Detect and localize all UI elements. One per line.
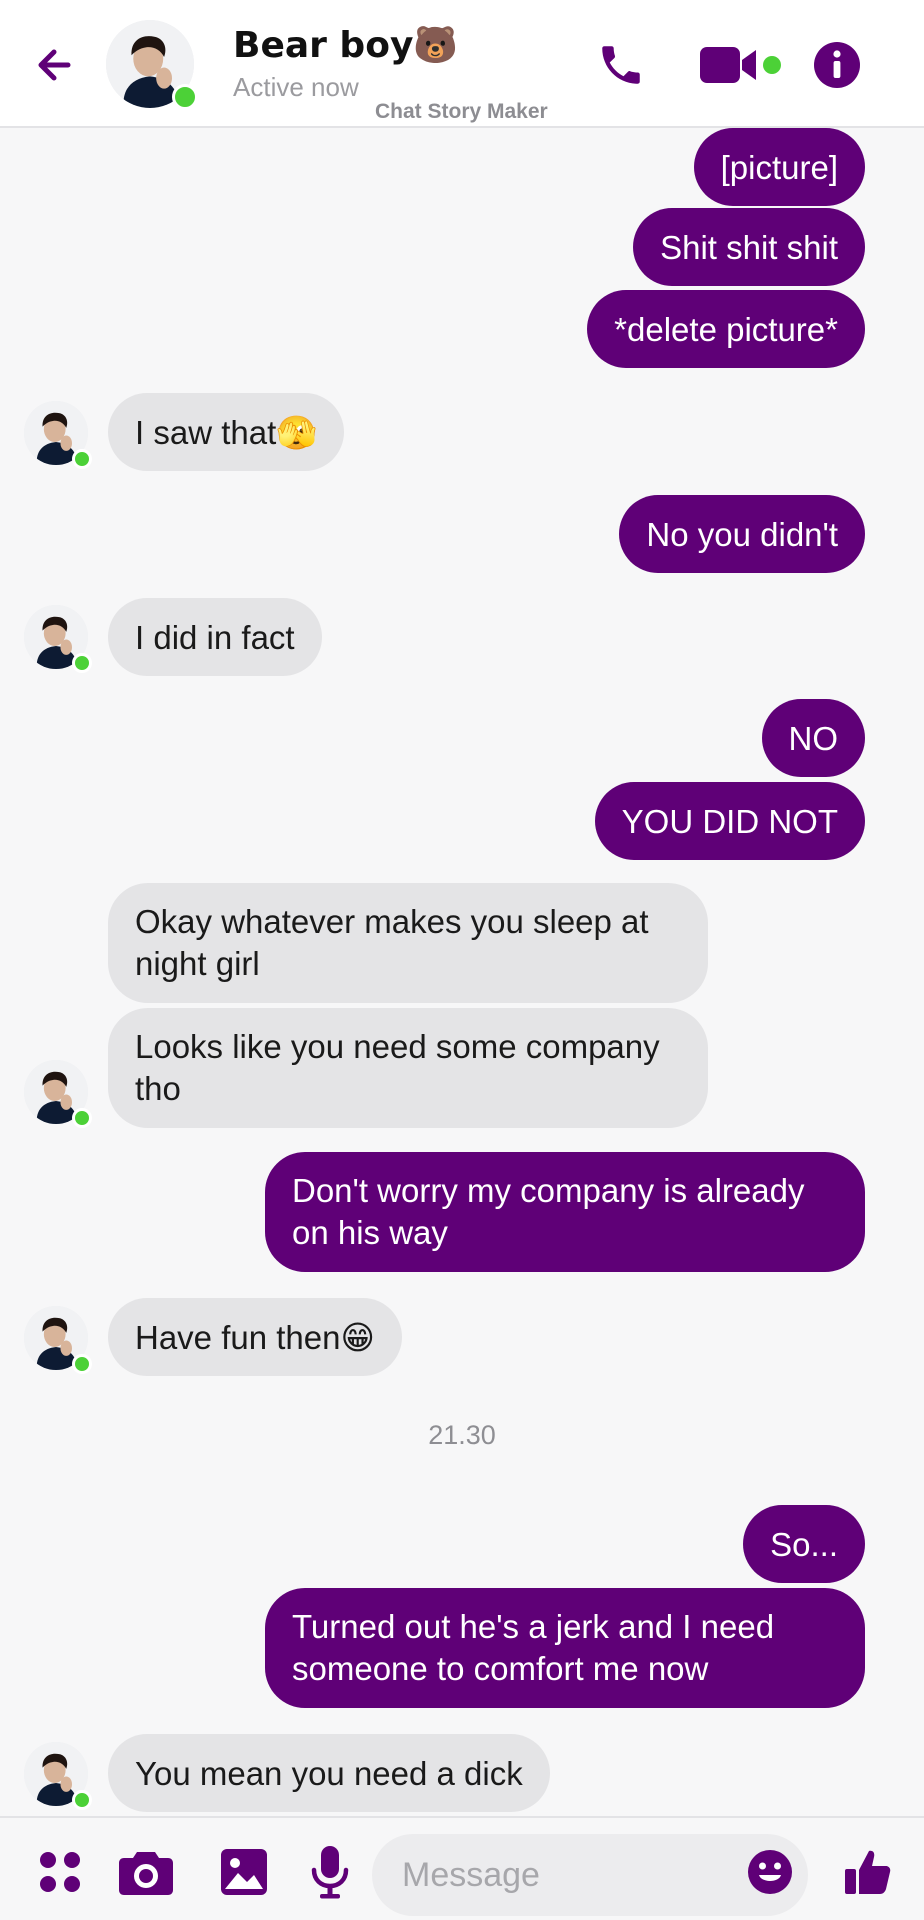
phone-icon[interactable] — [594, 38, 648, 92]
sender-avatar[interactable] — [24, 1742, 92, 1810]
thumbs-up-icon[interactable] — [840, 1844, 896, 1900]
watermark: Chat Story Maker — [375, 100, 548, 123]
sender-avatar[interactable] — [24, 1060, 92, 1128]
contact-status: Active now — [233, 72, 359, 102]
apps-grid-icon[interactable] — [32, 1844, 88, 1900]
sender-avatar[interactable] — [24, 605, 92, 673]
sent-message[interactable]: So... — [743, 1505, 865, 1583]
back-arrow-icon[interactable] — [30, 40, 80, 90]
timestamp: 21.30 — [428, 1420, 496, 1450]
microphone-icon[interactable] — [302, 1844, 358, 1900]
received-message[interactable]: Looks like you need some company tho — [108, 1008, 708, 1128]
online-indicator — [172, 84, 198, 110]
sent-message[interactable]: *delete picture* — [587, 290, 865, 368]
received-message[interactable]: Okay whatever makes you sleep at night g… — [108, 883, 708, 1003]
sent-message[interactable]: No you didn't — [619, 495, 865, 573]
emoji-grinning-face: 😁 — [340, 1318, 375, 1357]
received-message[interactable]: I saw that🫣 — [108, 393, 345, 471]
emoji-hand-over-mouth: 🫣 — [276, 413, 318, 452]
received-message[interactable]: I did in fact — [108, 598, 322, 676]
sent-message[interactable]: NO — [761, 699, 865, 777]
received-message[interactable]: Have fun then😁 — [108, 1298, 402, 1376]
sent-message[interactable]: Turned out he's a jerk and I need someon… — [265, 1588, 865, 1708]
contact-avatar[interactable] — [106, 20, 198, 110]
sent-message[interactable]: Shit shit shit — [633, 208, 865, 286]
sent-message[interactable]: Don't worry my company is already on his… — [265, 1152, 865, 1272]
sender-avatar[interactable] — [24, 401, 92, 469]
image-icon[interactable] — [216, 1844, 272, 1900]
info-icon[interactable] — [810, 38, 864, 92]
camera-icon[interactable] — [118, 1844, 174, 1900]
composer-bar — [0, 1816, 924, 1920]
sent-message[interactable]: YOU DID NOT — [594, 782, 865, 860]
received-message[interactable]: You mean you need a dick — [108, 1734, 550, 1812]
emoji-icon[interactable] — [742, 1844, 798, 1900]
sender-avatar[interactable] — [24, 1306, 92, 1374]
chat-header: Bear boy🐻 Active now Chat Story Maker — [0, 0, 924, 128]
contact-name[interactable]: Bear boy🐻 — [233, 24, 458, 66]
video-camera-icon[interactable] — [698, 38, 784, 92]
sent-message[interactable]: [picture] — [693, 128, 865, 206]
